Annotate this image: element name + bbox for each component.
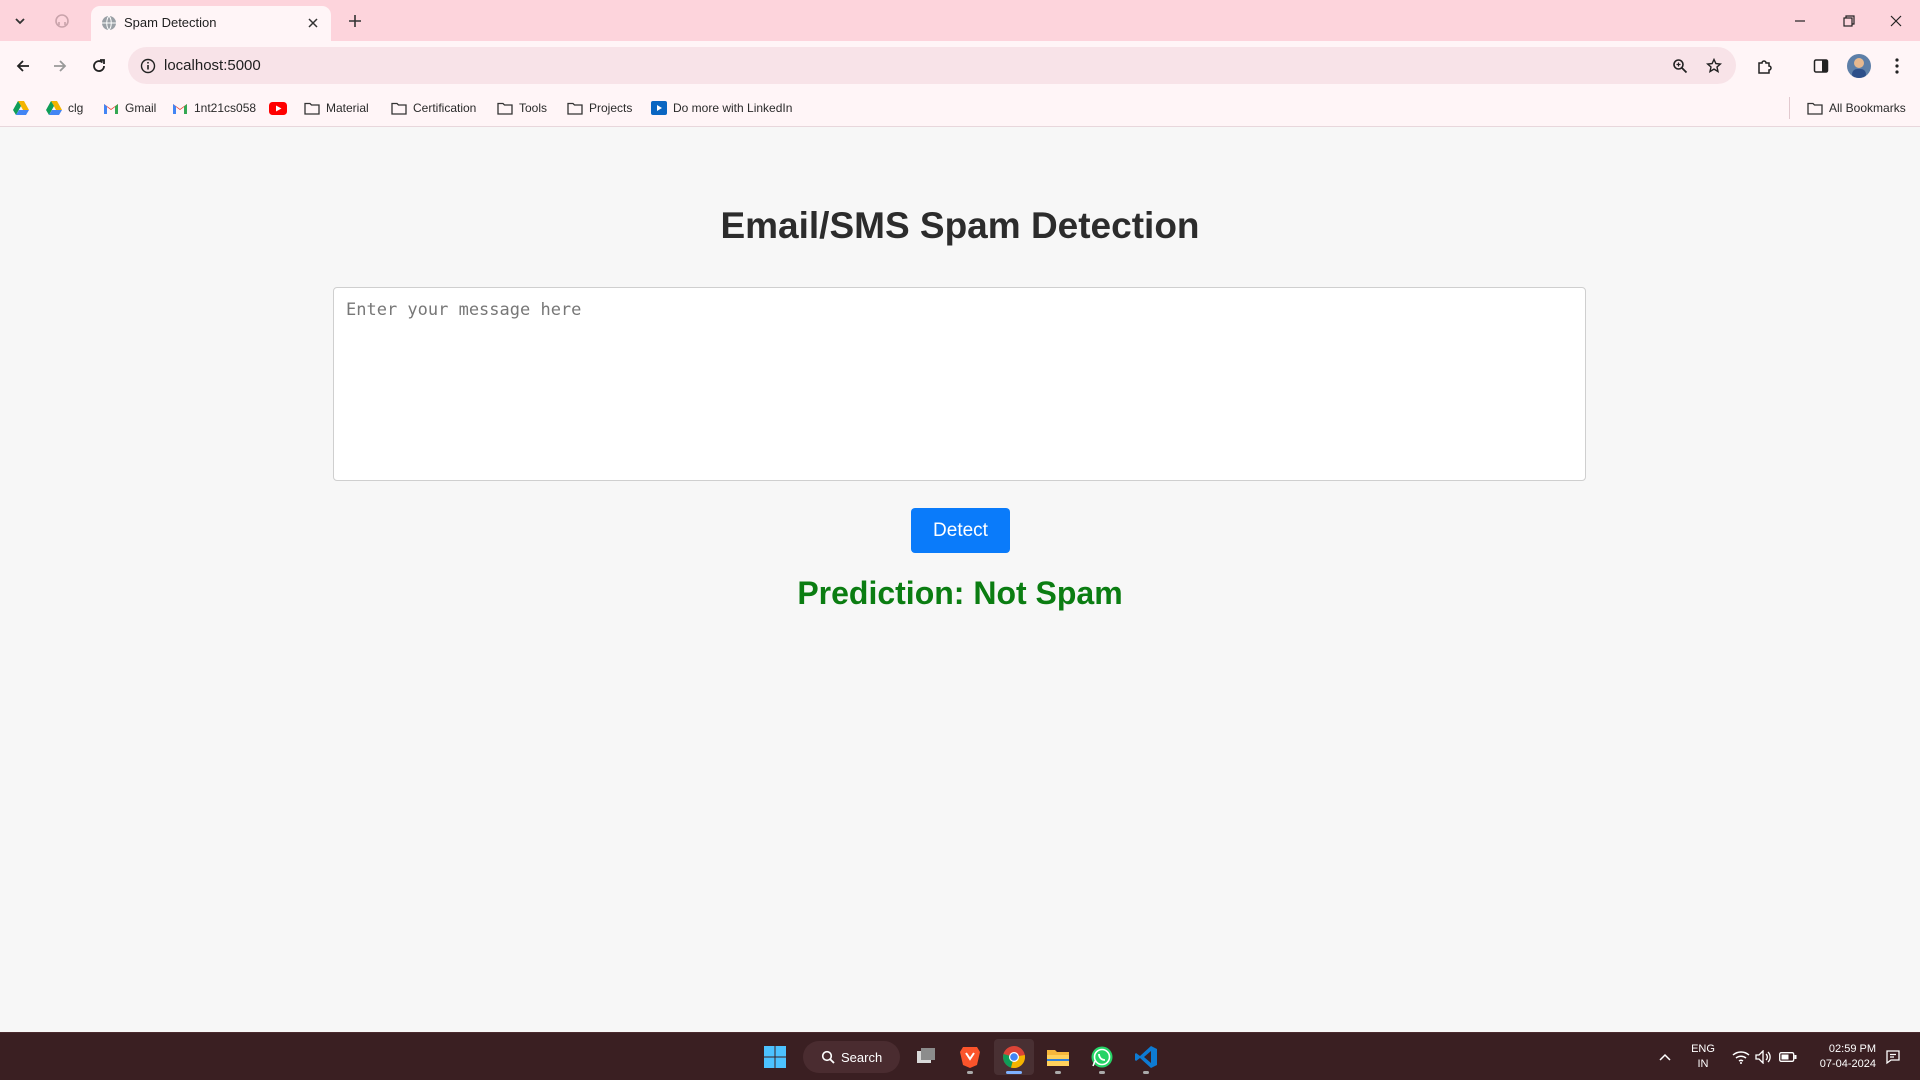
gmail-icon [104, 104, 118, 114]
bookmark-star-icon[interactable] [1703, 55, 1725, 77]
page-content: Email/SMS Spam Detection Detect Predicti… [0, 127, 1920, 1032]
tab-spam-detection[interactable]: Spam Detection [91, 6, 331, 41]
folder-icon [391, 102, 407, 115]
tab-title: Spam Detection [124, 15, 217, 30]
bookmarks-bar: clg Gmail 1nt21cs058 Material Certificat… [0, 90, 1920, 127]
notification-icon[interactable] [1883, 1047, 1903, 1067]
folder-icon [304, 102, 320, 115]
windows-start-icon[interactable] [755, 1039, 795, 1075]
extensions-icon[interactable] [1752, 53, 1778, 79]
bookmark-projects[interactable]: Projects [567, 98, 632, 118]
back-arrow-icon[interactable] [10, 53, 36, 79]
windows-taskbar: Search ENG IN 02:59 PM 07-04-2024 [0, 1032, 1920, 1080]
profile-avatar[interactable] [1847, 54, 1871, 78]
bookmark-certification[interactable]: Certification [391, 98, 476, 118]
close-tab-icon[interactable] [305, 15, 321, 31]
reload-icon[interactable] [86, 53, 112, 79]
globe-icon [102, 15, 116, 31]
bookmark-1nt21cs058[interactable]: 1nt21cs058 [172, 98, 256, 118]
folder-icon [1807, 102, 1823, 115]
minimize-icon[interactable] [1785, 8, 1815, 34]
github-tab-icon[interactable] [52, 11, 72, 31]
browser-toolbar: localhost:5000 [0, 41, 1920, 90]
bookmark-tools[interactable]: Tools [497, 98, 547, 118]
url-text: localhost:5000 [164, 57, 261, 74]
all-bookmarks[interactable]: All Bookmarks [1807, 98, 1906, 118]
folder-icon [567, 102, 583, 115]
youtube-icon [269, 101, 287, 115]
browser-tabstrip: Spam Detection [0, 0, 1920, 41]
prediction-result: Prediction: Not Spam [797, 575, 1123, 611]
zoom-icon[interactable] [1669, 55, 1691, 77]
clock[interactable]: 02:59 PM 07-04-2024 [1806, 1042, 1876, 1072]
site-info-icon[interactable] [138, 56, 158, 76]
file-explorer-icon[interactable] [1038, 1039, 1078, 1075]
message-input[interactable] [333, 287, 1586, 481]
bookmark-drive[interactable] [13, 98, 35, 118]
brave-browser-icon[interactable] [950, 1039, 990, 1075]
search-icon [821, 1050, 835, 1064]
bookmarks-divider [1789, 97, 1790, 119]
address-bar[interactable]: localhost:5000 [128, 47, 1736, 84]
google-drive-icon [46, 101, 62, 115]
restore-icon[interactable] [1834, 8, 1864, 34]
google-drive-icon [13, 101, 29, 115]
task-view-icon[interactable] [906, 1039, 946, 1075]
show-hidden-icons-chevron-icon[interactable] [1655, 1047, 1675, 1067]
battery-icon[interactable] [1778, 1047, 1798, 1067]
chrome-browser-icon[interactable] [994, 1039, 1034, 1075]
side-panel-icon[interactable] [1808, 53, 1834, 79]
linkedin-learning-icon [651, 101, 667, 115]
bookmark-gmail[interactable]: Gmail [103, 98, 156, 118]
folder-icon [497, 102, 513, 115]
close-window-icon[interactable] [1881, 8, 1911, 34]
taskbar-search[interactable]: Search [803, 1041, 900, 1073]
new-tab-icon[interactable] [344, 10, 366, 32]
bookmark-clg[interactable]: clg [46, 98, 83, 118]
bookmark-youtube[interactable] [269, 98, 293, 118]
bookmark-material[interactable]: Material [304, 98, 369, 118]
whatsapp-icon[interactable] [1082, 1039, 1122, 1075]
bookmark-linkedin[interactable]: Do more with LinkedIn [651, 98, 792, 118]
browser-menu-icon[interactable] [1884, 53, 1910, 79]
gmail-icon [173, 104, 187, 114]
forward-arrow-icon[interactable] [47, 53, 73, 79]
input-language[interactable]: ENG IN [1687, 1042, 1719, 1072]
detect-button[interactable]: Detect [911, 508, 1010, 553]
wifi-icon[interactable] [1731, 1047, 1751, 1067]
page-title: Email/SMS Spam Detection [720, 205, 1200, 246]
volume-icon[interactable] [1754, 1047, 1774, 1067]
vscode-icon[interactable] [1126, 1039, 1166, 1075]
tab-search-chevron-icon[interactable] [8, 9, 32, 33]
